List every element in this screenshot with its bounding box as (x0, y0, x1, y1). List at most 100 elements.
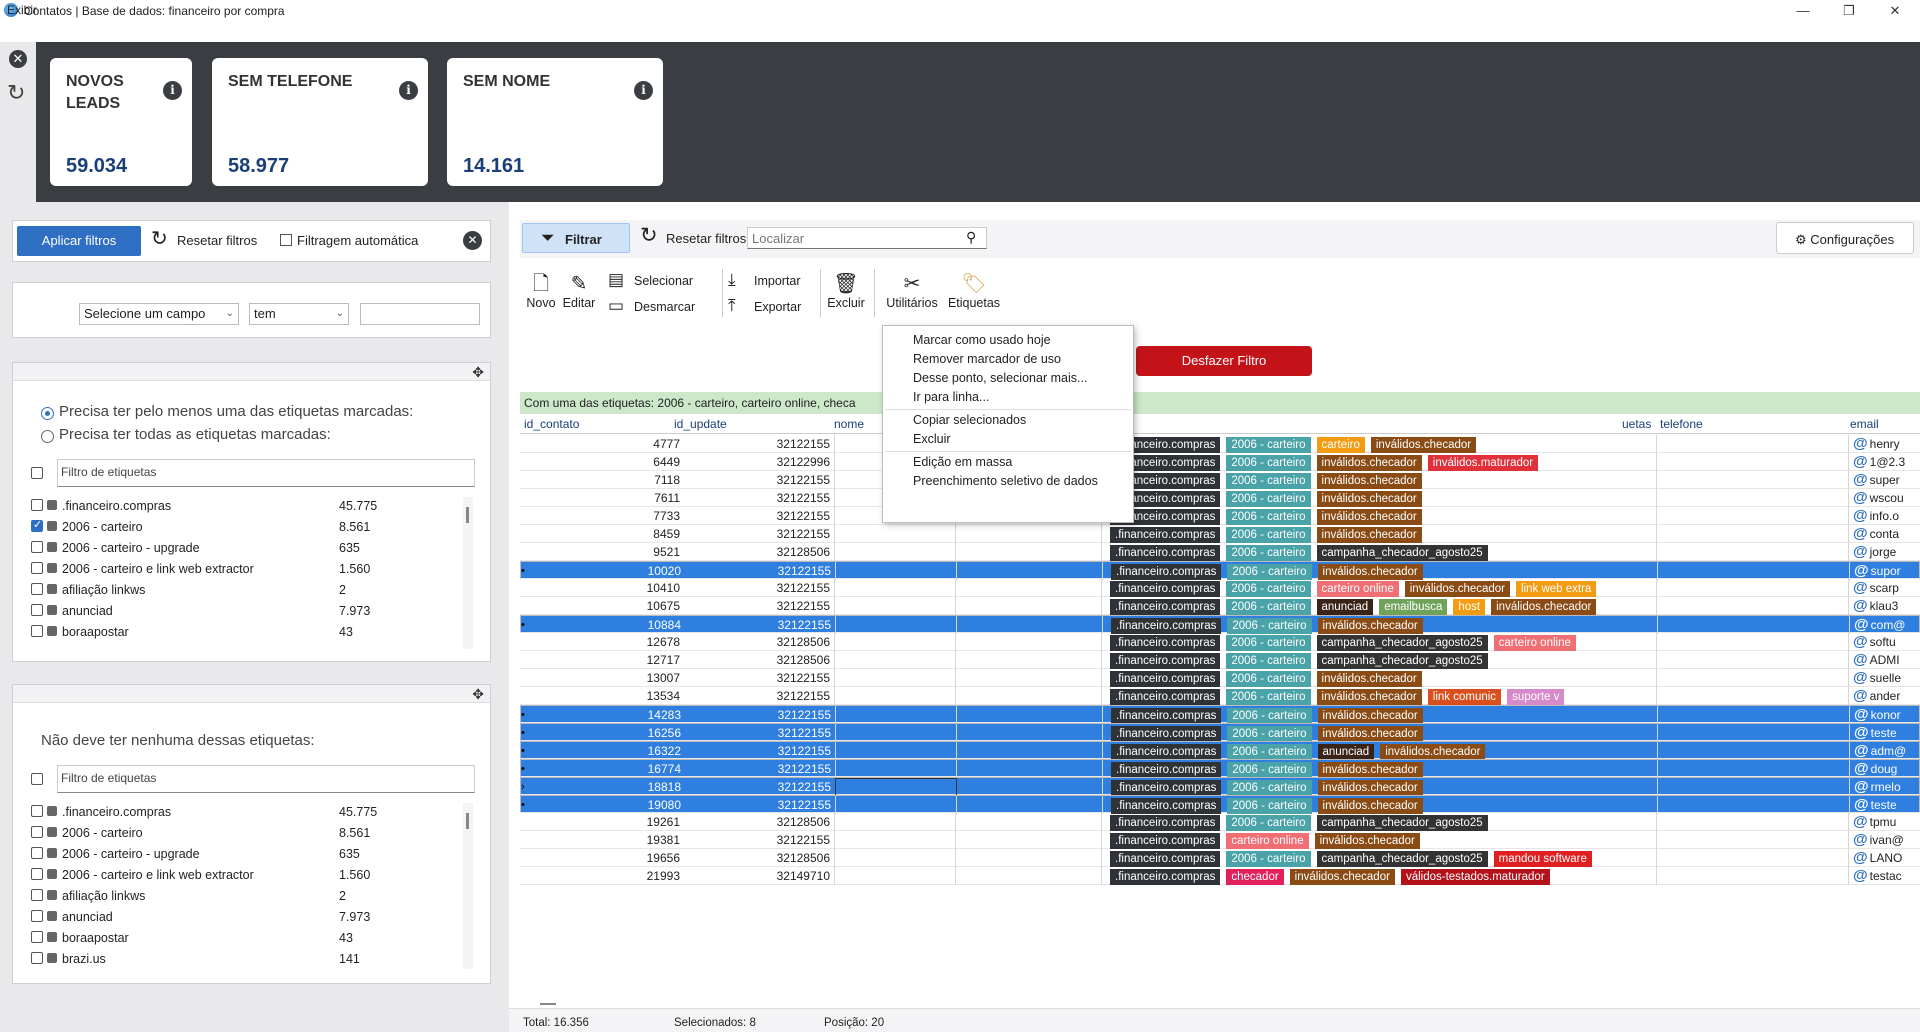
table-row[interactable]: • 10020 32122155 .financeiro.compras 2006 - … (520, 561, 1920, 580)
tag-checkbox[interactable] (31, 847, 43, 859)
cell-email[interactable]: @ scarp (1848, 579, 1920, 597)
tag-chip[interactable]: 2006 - carteiro (1226, 454, 1311, 471)
cell-telefone[interactable] (1657, 760, 1847, 778)
col-header-update[interactable]: id_update (670, 414, 830, 434)
cell-email[interactable]: @ teste (1849, 796, 1920, 814)
field-value-input[interactable] (360, 303, 480, 325)
tag-list-item[interactable]: 2006 - carteiro 8.561 (19, 822, 479, 843)
tag-chip[interactable]: link web extra (1516, 580, 1597, 597)
radio-all-tags[interactable] (41, 430, 54, 443)
cell-blank[interactable] (956, 813, 1102, 831)
select-all-checkbox[interactable] (31, 467, 43, 479)
tag-chip[interactable]: suporte v (1507, 688, 1565, 705)
reset-filters-button[interactable]: Resetar filtros (666, 231, 746, 246)
refresh-icon[interactable]: ↻ (7, 82, 25, 104)
cell-telefone[interactable] (1656, 525, 1846, 543)
cell-email[interactable]: @ LANO (1848, 849, 1920, 867)
cell-telefone[interactable] (1656, 597, 1846, 615)
tag-checkbox[interactable] (31, 889, 43, 901)
table-row[interactable]: 12717 32128506 .financeiro.compras 2006 - c… (520, 651, 1920, 669)
tag-list-item[interactable]: .financeiro.compras 45.775 (19, 495, 479, 516)
cell-nome[interactable] (834, 813, 956, 831)
tag-chip[interactable]: carteiro (1316, 436, 1365, 453)
tag-chip[interactable]: .financeiro.compras (1111, 725, 1222, 742)
tag-chip[interactable]: 2006 - carteiro (1226, 652, 1311, 669)
cell-email[interactable]: @ suelle (1848, 669, 1920, 687)
table-row[interactable]: • 16774 32122155 .financeiro.compras 2006 - … (520, 759, 1920, 778)
menu-item-remover-marcador[interactable]: Remover marcador de uso (913, 352, 1061, 366)
cell-blank[interactable] (956, 597, 1102, 615)
scrollbar[interactable] (463, 497, 473, 649)
tag-chip[interactable]: 2006 - carteiro (1227, 563, 1312, 580)
tag-chip[interactable]: 2006 - carteiro (1226, 526, 1311, 543)
cell-blank[interactable] (956, 687, 1102, 705)
cell-nome[interactable] (834, 525, 956, 543)
minimize-button[interactable]: — (1780, 0, 1826, 22)
desfazer-filtro-button[interactable]: Desfazer Filtro (1136, 346, 1312, 376)
tag-chip[interactable]: campanha_checador_agosto25 (1316, 544, 1488, 561)
cell-telefone[interactable] (1657, 616, 1847, 634)
field-select[interactable]: Selecione um campo ⌄ (79, 303, 239, 325)
filtrar-button[interactable]: ⏷ Filtrar (522, 223, 630, 253)
restore-button[interactable]: ❐ (1826, 0, 1872, 22)
cell-telefone[interactable] (1656, 669, 1846, 687)
tag-chip[interactable]: host (1453, 598, 1486, 615)
reset-filters-button[interactable]: Resetar filtros (177, 233, 257, 248)
cell-blank[interactable] (957, 778, 1103, 796)
cell-blank[interactable] (957, 760, 1103, 778)
tag-chip[interactable]: 2006 - carteiro (1226, 490, 1311, 507)
cell-blank[interactable] (956, 651, 1102, 669)
tag-list-item[interactable]: brazi.us 141 (19, 948, 479, 969)
cell-nome[interactable] (835, 616, 957, 634)
table-row[interactable]: 7611 32122155 .financeiro.compras 2006 - ca… (520, 489, 1920, 507)
tag-chip[interactable]: .financeiro.compras (1110, 634, 1221, 651)
tag-chip[interactable]: inválidos.maturador (1427, 454, 1539, 471)
tag-chip[interactable]: 2006 - carteiro (1227, 707, 1312, 724)
tag-list-item[interactable]: anunciad 7.973 (19, 906, 479, 927)
cell-email[interactable]: @ rmelo (1849, 778, 1920, 796)
cell-nome[interactable] (834, 543, 956, 561)
tag-chip[interactable]: campanha_checador_agosto25 (1316, 850, 1488, 867)
cell-email[interactable]: @ konor (1849, 706, 1920, 724)
tag-chip[interactable]: .financeiro.compras (1111, 743, 1222, 760)
cell-nome[interactable] (835, 778, 957, 796)
cell-blank[interactable] (956, 579, 1102, 597)
info-icon[interactable]: i (399, 81, 418, 100)
table-row[interactable]: 21993 32149710 .financeiro.compras checador… (520, 867, 1920, 885)
tag-chip[interactable]: inválidos.checador (1317, 725, 1423, 742)
tag-chip[interactable]: .financeiro.compras (1110, 814, 1221, 831)
cell-telefone[interactable] (1656, 579, 1846, 597)
utilitarios-button[interactable]: ✂ Utilitários (884, 272, 940, 310)
exportar-button[interactable]: ⤒ Exportar (728, 296, 801, 316)
menu-item-selecionar-mais[interactable]: Desse ponto, selecionar mais... (913, 371, 1087, 385)
table-row[interactable]: 9521 32128506 .financeiro.compras 2006 - ca… (520, 543, 1920, 561)
reset-icon[interactable]: ↻ (640, 224, 658, 248)
table-row[interactable]: 7118 32122155 .financeiro.compras 2006 - ca… (520, 471, 1920, 489)
menu-item-preenchimento[interactable]: Preenchimento seletivo de dados (913, 474, 1098, 488)
horizontal-scrollbar[interactable] (540, 1003, 556, 1005)
tag-chip[interactable]: 2006 - carteiro (1227, 743, 1312, 760)
search-icon[interactable]: ⚲ (966, 229, 976, 246)
tag-chip[interactable]: 2006 - carteiro (1226, 670, 1311, 687)
tag-chip[interactable]: 2006 - carteiro (1227, 779, 1312, 796)
tag-list-item[interactable]: 2006 - carteiro - upgrade 635 (19, 537, 479, 558)
menu-item-marcar-usado[interactable]: Marcar como usado hoje (913, 333, 1051, 347)
cell-nome[interactable] (834, 831, 956, 849)
tag-chip[interactable]: inválidos.checador (1317, 779, 1423, 796)
info-icon[interactable]: i (634, 81, 653, 100)
move-icon[interactable]: ✥ (472, 363, 484, 381)
cell-blank[interactable] (956, 633, 1102, 651)
tag-chip[interactable]: 2006 - carteiro (1226, 544, 1311, 561)
tag-checkbox[interactable] (31, 583, 43, 595)
reset-icon[interactable]: ↻ (151, 227, 168, 251)
tag-chip[interactable]: .financeiro.compras (1110, 652, 1221, 669)
tag-chip[interactable]: 2006 - carteiro (1226, 688, 1311, 705)
cell-telefone[interactable] (1657, 778, 1847, 796)
tag-chip[interactable]: inválidos.checador (1316, 490, 1422, 507)
tag-checkbox[interactable] (31, 805, 43, 817)
tag-checkbox[interactable] (31, 931, 43, 943)
cell-nome[interactable] (835, 742, 957, 760)
cell-telefone[interactable] (1656, 471, 1846, 489)
cell-nome[interactable] (834, 687, 956, 705)
desmarcar-button[interactable]: ▭ Desmarcar (608, 296, 695, 316)
